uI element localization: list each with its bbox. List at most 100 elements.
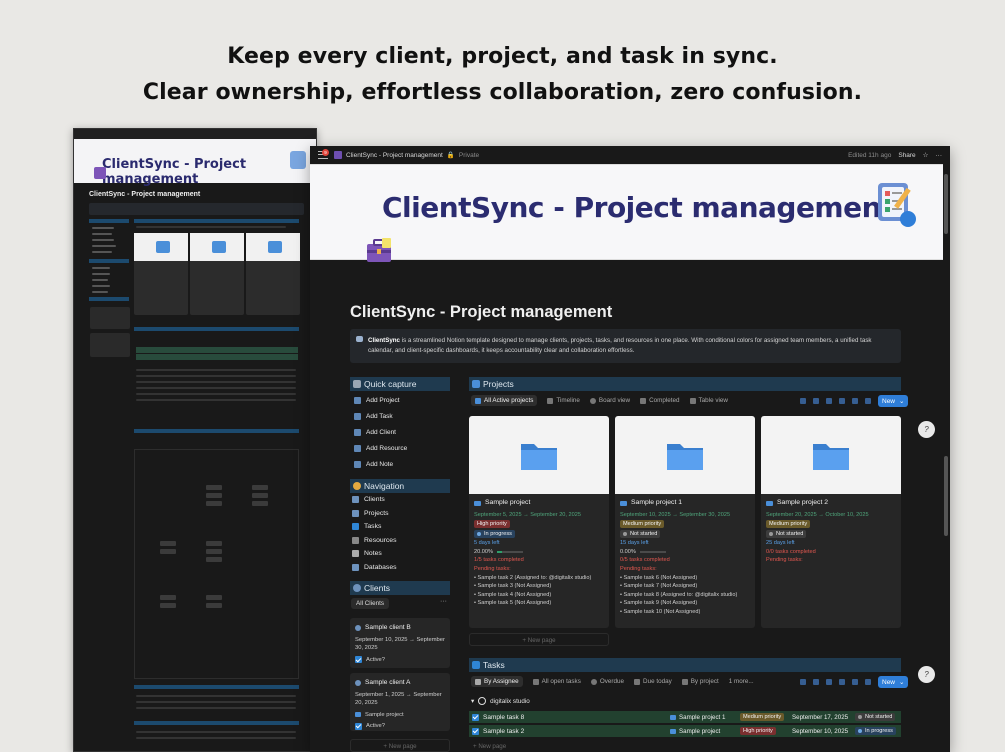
status-badge: In progress bbox=[474, 530, 515, 539]
checkbox-icon[interactable] bbox=[355, 722, 362, 730]
tab-all-clients[interactable]: All Clients bbox=[351, 598, 389, 609]
priority-badge: Medium priority bbox=[620, 520, 665, 529]
search-icon[interactable] bbox=[839, 679, 845, 685]
more-icon[interactable] bbox=[865, 398, 871, 404]
table-row[interactable]: Sample task 8 Sample project 1 Medium pr… bbox=[469, 711, 901, 723]
priority-badge: High priority bbox=[740, 727, 776, 735]
tab-overdue[interactable]: Overdue bbox=[590, 678, 624, 685]
clients-new-page-button[interactable]: + New page bbox=[350, 739, 450, 752]
add-task-button[interactable]: Add Task bbox=[354, 410, 393, 422]
thumbnail-line bbox=[136, 731, 296, 733]
help-circle-icon[interactable]: ? bbox=[918, 421, 935, 438]
nav-item-tasks[interactable]: Tasks bbox=[352, 523, 381, 530]
tab-table-view[interactable]: Table view bbox=[689, 397, 728, 404]
projects-new-page-button[interactable]: + New page bbox=[469, 633, 609, 646]
nav-item-clients[interactable]: Clients bbox=[352, 496, 385, 503]
project-card[interactable]: Sample project 1 September 10, 2025 → Se… bbox=[615, 416, 755, 628]
callout-text: is a streamlined Notion template designe… bbox=[368, 337, 872, 354]
folder-icon bbox=[640, 397, 647, 404]
assignee-group[interactable]: ▾ digitalix studio bbox=[471, 697, 530, 705]
tab-all-open-tasks[interactable]: All open tasks bbox=[532, 678, 581, 685]
checkbox-icon bbox=[472, 661, 480, 669]
page-scrollbar[interactable] bbox=[944, 456, 948, 536]
thumbnail-line bbox=[92, 251, 112, 253]
tasks-new-page-button[interactable]: + New page bbox=[469, 740, 529, 752]
tab-by-assignee[interactable]: By Assignee bbox=[471, 676, 523, 687]
tab-completed[interactable]: Completed bbox=[640, 397, 680, 404]
expand-icon[interactable] bbox=[852, 398, 858, 404]
project-card[interactable]: Sample project September 5, 2025 → Septe… bbox=[469, 416, 609, 628]
more-icon[interactable] bbox=[865, 679, 871, 685]
thumbnail-line bbox=[136, 399, 296, 401]
thumbnail-calendar-chip bbox=[252, 501, 268, 506]
folder-icon bbox=[670, 728, 676, 734]
client-card[interactable]: Sample client B September 10, 2025 → Sep… bbox=[350, 618, 450, 668]
privacy-label[interactable]: Private bbox=[459, 152, 479, 159]
help-circle-icon[interactable]: ? bbox=[918, 666, 935, 683]
edited-label: Edited 11h ago bbox=[848, 151, 892, 159]
cover-scrollbar[interactable] bbox=[944, 174, 948, 234]
nav-item-resources[interactable]: Resources bbox=[352, 537, 397, 544]
add-project-button[interactable]: Add Project bbox=[354, 394, 400, 406]
checkbox-icon[interactable] bbox=[472, 713, 479, 721]
add-client-button[interactable]: Add Client bbox=[354, 426, 396, 438]
client-dates: September 1, 2025 → September 20, 2025 bbox=[355, 691, 442, 707]
share-button[interactable]: Share bbox=[898, 152, 915, 159]
tab-label: Table view bbox=[698, 397, 728, 404]
tab-by-project[interactable]: By project bbox=[681, 678, 719, 685]
filter-icon[interactable] bbox=[800, 679, 806, 685]
more-icon[interactable]: ··· bbox=[936, 152, 943, 159]
tab-due-today[interactable]: Due today bbox=[634, 678, 672, 685]
sort-icon[interactable] bbox=[813, 679, 819, 685]
project-card[interactable]: Sample project 2 September 20, 2025 → Oc… bbox=[761, 416, 901, 628]
chevron-down-icon[interactable]: ⌄ bbox=[899, 397, 904, 405]
project-dates: September 10, 2025 → September 30, 2025 bbox=[620, 511, 731, 518]
breadcrumb-page-name[interactable]: ClientSync - Project management bbox=[346, 152, 443, 159]
tab-timeline[interactable]: Timeline bbox=[547, 397, 580, 404]
checkbox-icon[interactable] bbox=[472, 727, 479, 735]
days-left: 15 days left bbox=[620, 540, 649, 547]
nav-item-databases[interactable]: Databases bbox=[352, 564, 397, 571]
nav-item-projects[interactable]: Projects bbox=[352, 510, 389, 517]
table-row[interactable]: Sample task 2 Sample project High priori… bbox=[469, 725, 901, 737]
chevron-down-icon[interactable]: ⌄ bbox=[899, 678, 904, 686]
add-resource-button[interactable]: Add Resource bbox=[354, 442, 407, 454]
tab-all-active-projects[interactable]: All Active projects bbox=[471, 395, 538, 406]
folder-icon bbox=[352, 510, 359, 517]
clients-more-button[interactable]: ··· bbox=[440, 598, 447, 605]
status-badge: In progress bbox=[855, 727, 896, 735]
thumbnail-line bbox=[136, 387, 296, 389]
thumbnail-calendar-chip bbox=[206, 493, 222, 498]
lightning-icon[interactable] bbox=[826, 679, 832, 685]
search-icon[interactable] bbox=[839, 398, 845, 404]
filter-icon[interactable] bbox=[800, 398, 806, 404]
checkbox-icon[interactable] bbox=[355, 656, 362, 664]
project-card-cover bbox=[615, 416, 755, 494]
thumbnail-calendar-chip bbox=[160, 549, 176, 554]
expand-icon[interactable] bbox=[852, 679, 858, 685]
thumbnail-page-title: ClientSync - Project management bbox=[89, 191, 201, 198]
nav-item-notes[interactable]: Notes bbox=[352, 550, 382, 557]
clients-header: Clients bbox=[350, 581, 450, 595]
status-dot bbox=[623, 531, 627, 536]
lightning-icon[interactable] bbox=[826, 398, 832, 404]
tab-board-view[interactable]: Board view bbox=[589, 397, 630, 404]
thumbnail-line bbox=[92, 285, 110, 287]
client-card[interactable]: Sample client A September 1, 2025 → Sept… bbox=[350, 673, 450, 731]
board-icon bbox=[589, 397, 596, 404]
chevron-down-icon[interactable]: ▾ bbox=[471, 698, 474, 705]
page-cover: ClientSync - Project management bbox=[310, 164, 943, 260]
star-icon[interactable]: ☆ bbox=[923, 151, 929, 159]
tasks-new-button[interactable]: New ⌄ bbox=[878, 676, 909, 688]
thumbnail-task-row bbox=[136, 354, 298, 360]
folder-icon bbox=[766, 500, 773, 506]
task-project: Sample project 1 bbox=[679, 713, 726, 721]
thumbnail-calendar-chip bbox=[206, 501, 222, 506]
projects-new-button[interactable]: New ⌄ bbox=[878, 395, 909, 407]
priority-badge: High priority bbox=[474, 520, 510, 529]
task-date: September 10, 2025 bbox=[792, 727, 849, 735]
tab-more-views[interactable]: 1 more... bbox=[729, 678, 754, 685]
thumbnail-calendar-chip bbox=[206, 603, 222, 608]
sort-icon[interactable] bbox=[813, 398, 819, 404]
add-note-button[interactable]: Add Note bbox=[354, 458, 393, 470]
